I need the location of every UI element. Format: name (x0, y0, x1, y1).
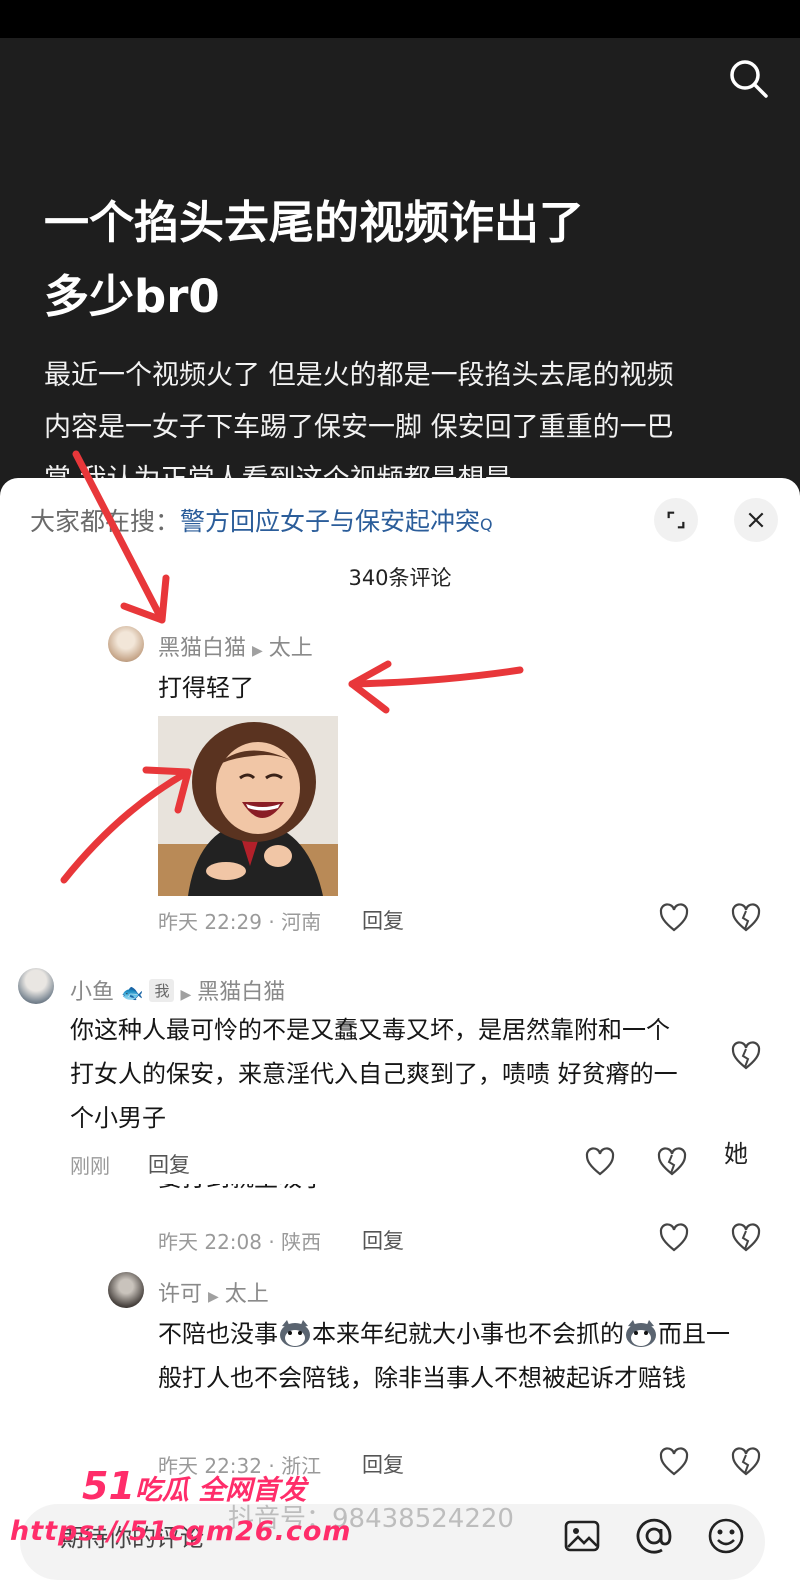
reply-arrow-icon: ▶ (208, 1289, 219, 1305)
comment-reply-to[interactable]: 黑猫白猫 (197, 980, 285, 1005)
smiley-icon (708, 1518, 744, 1554)
expand-button[interactable] (654, 498, 698, 542)
dislike-button[interactable] (730, 1446, 762, 1478)
comment-user-line: 小鱼 🐟 我 ▶ 黑猫白猫 (70, 974, 285, 1006)
article-title-line-1: 一个掐头去尾的视频诈出了 (44, 196, 585, 249)
reply-arrow-icon: ▶ (252, 643, 263, 659)
like-button[interactable] (658, 1446, 690, 1478)
broken-heart-icon (731, 1041, 761, 1070)
comment-username[interactable]: 许可 (158, 1282, 202, 1307)
comment-user-line: 许可 ▶ 太上 (158, 1276, 269, 1308)
comment-username[interactable]: 小鱼 (70, 980, 114, 1005)
hot-search-link[interactable]: 警方回应女子与保安起冲突Q (180, 502, 493, 538)
avatar[interactable] (18, 968, 54, 1004)
image-icon (564, 1520, 600, 1552)
comment-text-part: 不陪也没事 (158, 1320, 278, 1348)
avatar[interactable] (108, 626, 144, 662)
comment-text: 打得轻了 (158, 674, 254, 702)
reply-button[interactable]: 回复 (362, 905, 404, 935)
like-button[interactable] (584, 1146, 616, 1178)
comment-sheet: 大家都在搜： 警方回应女子与保安起冲突Q 340条评论 黑猫白猫 ▶ 太上 打得轻了 (0, 478, 800, 1588)
comment-reply-to[interactable]: 太上 (225, 1282, 269, 1307)
site-watermark-url: https://51cgm26.com (10, 1516, 352, 1547)
heart-icon (659, 903, 689, 932)
at-icon (636, 1518, 672, 1554)
comment-meta: 昨天 22:08 · 陕西 (158, 1230, 322, 1254)
close-button[interactable] (734, 498, 778, 542)
broken-heart-icon (731, 1447, 761, 1476)
clipped-comment-text: 要打到就生吸了 (158, 1184, 558, 1193)
site-watermark-number: 51 (82, 1464, 135, 1508)
heart-icon (659, 1223, 689, 1252)
comment-text-part: 本来年纪就大小事也不会抓的 (312, 1320, 624, 1348)
comment-count: 340条评论 (348, 566, 452, 590)
me-badge: 我 (149, 979, 175, 1002)
comment-reply-to[interactable]: 太上 (269, 636, 313, 661)
comment-username[interactable]: 黑猫白猫 (158, 636, 246, 661)
close-icon (748, 512, 764, 528)
article-title: 一个掐头去尾的视频诈出了 多少br0 (44, 186, 684, 334)
comment-user-line: 黑猫白猫 ▶ 太上 (158, 630, 313, 662)
comment-text: 你这种人最可怜的不是又蠢又毒又坏，是居然靠附和一个打女人的保安，来意淫代入自己爽… (70, 1016, 678, 1132)
search-icon (730, 60, 768, 98)
clipped-comment: 要打到就生吸了 (158, 1184, 558, 1204)
search-small-icon: Q (480, 515, 493, 534)
broken-heart-icon (731, 903, 761, 932)
hot-search-prefix: 大家都在搜： (30, 507, 181, 536)
search-button[interactable] (726, 56, 770, 100)
expand-icon (667, 511, 685, 529)
dislike-button[interactable] (656, 1146, 688, 1178)
article-title-line-2: 多少br0 (44, 270, 220, 323)
dislike-button[interactable] (730, 1040, 762, 1072)
floating-text: 她 (724, 1140, 748, 1168)
laughing-girl-sticker (158, 716, 338, 896)
husky-emoji-icon (278, 1318, 312, 1348)
heart-icon (659, 1447, 689, 1476)
mention-button[interactable] (634, 1516, 674, 1556)
reply-arrow-icon: ▶ (180, 987, 192, 1003)
hot-search-query: 警方回应女子与保安起冲突 (180, 507, 481, 536)
like-button[interactable] (658, 1222, 690, 1254)
comment-sticker-image[interactable] (158, 716, 338, 896)
site-watermark-title: 51吃瓜 全网首发 (82, 1464, 306, 1508)
comment-text: 不陪也没事 本来年纪就大小事也不会抓的 而且一般打人也不会陪钱，除非当事人不想被起诉… (158, 1312, 748, 1400)
dislike-button[interactable] (730, 1222, 762, 1254)
comment-meta: 昨天 22:29 · 河南 (158, 910, 322, 934)
husky-emoji-icon (624, 1318, 658, 1348)
site-watermark-text: 吃瓜 全网首发 (134, 1475, 307, 1506)
broken-heart-icon (731, 1223, 761, 1252)
emoji-button[interactable] (706, 1516, 746, 1556)
comment-sheet-header: 大家都在搜： 警方回应女子与保安起冲突Q (0, 478, 800, 558)
avatar[interactable] (108, 1272, 144, 1308)
dislike-button[interactable] (730, 902, 762, 934)
heart-icon (585, 1147, 615, 1176)
fish-icon: 🐟 (121, 983, 144, 1004)
broken-heart-icon (657, 1147, 687, 1176)
status-bar (0, 0, 800, 38)
reply-button[interactable]: 回复 (362, 1449, 404, 1479)
image-button[interactable] (562, 1516, 602, 1556)
like-button[interactable] (658, 902, 690, 934)
reply-button[interactable]: 回复 (362, 1225, 404, 1255)
comment-meta: 刚刚 (70, 1154, 110, 1178)
reply-button[interactable]: 回复 (148, 1149, 190, 1179)
site-watermark: 51吃瓜 全网首发 https://51cgm26.com (0, 1464, 351, 1574)
article-view: 一个掐头去尾的视频诈出了 多少br0 最近一个视频火了 但是火的都是一段掐头去尾… (0, 38, 800, 498)
